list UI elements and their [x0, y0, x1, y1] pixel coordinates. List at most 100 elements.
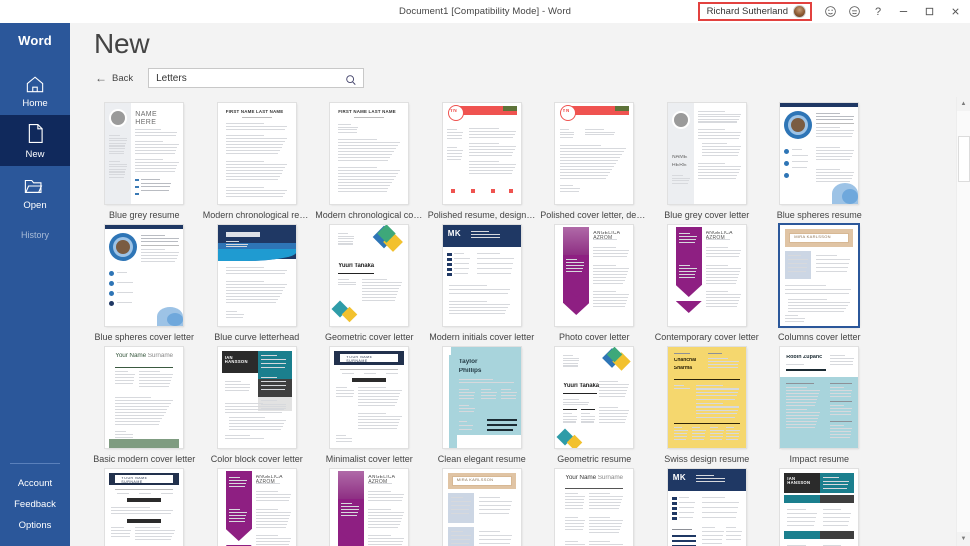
template-card[interactable]: ANGELICA AZROM — [313, 469, 426, 546]
template-card[interactable]: Your Name Surname — [538, 469, 651, 546]
template-thumbnail[interactable]: Yuuri Tanaka — [330, 225, 409, 326]
search-icon[interactable] — [345, 73, 357, 91]
scrollbar-track[interactable] — [956, 111, 970, 532]
template-card[interactable]: FIRST NAME LAST NAME Modern chronological… — [313, 103, 426, 220]
template-card[interactable]: Yuuri Tanaka Geometric cover letter — [313, 225, 426, 342]
template-thumbnail[interactable]: MIRA KARLSSON — [780, 225, 859, 326]
scroll-down-arrow[interactable]: ▼ — [957, 532, 970, 546]
template-name: Blue spheres resume — [776, 210, 862, 220]
gallery-scrollbar[interactable]: ▲ ▼ — [956, 97, 970, 546]
template-name: Impact resume — [789, 454, 850, 464]
template-card[interactable]: Your Name Surname Basic modern cover lett… — [88, 347, 201, 464]
template-card[interactable]: NAME HERE Blue grey cover letter — [651, 103, 764, 220]
scrollbar-thumb[interactable] — [957, 136, 970, 183]
template-thumbnail[interactable]: ANGELICA AZROM — [667, 225, 746, 326]
template-card[interactable]: MK — [651, 469, 764, 546]
template-card[interactable]: MIRA KARLSSON Columns cover letter — [763, 225, 876, 342]
sidebar-item-home[interactable]: Home — [0, 64, 70, 115]
search-input[interactable] — [149, 69, 364, 87]
template-card[interactable]: Chanchal Sharma Swiss design resume — [651, 347, 764, 464]
template-gallery: NAME HERE Blue grey resume FIRST NAME LAST … — [70, 97, 956, 546]
template-card[interactable]: YN Polished resume, designed... — [426, 103, 539, 220]
template-thumbnail[interactable]: NAME HERE — [667, 103, 746, 204]
template-grid: NAME HERE Blue grey resume FIRST NAME LAST … — [70, 103, 956, 546]
template-thumbnail[interactable] — [105, 225, 184, 326]
new-document-icon — [27, 122, 44, 144]
template-card[interactable]: YN Polished cover letter, desig... — [538, 103, 651, 220]
sidebar-bottom-links: Account Feedback Options — [0, 463, 70, 546]
template-card[interactable]: Robin Zupanc Impact resume — [763, 347, 876, 464]
sidebar-item-open[interactable]: Open — [0, 166, 70, 217]
sidebar-item-feedback[interactable]: Feedback — [0, 494, 70, 515]
template-thumbnail[interactable]: ANGELICA AZROM — [217, 469, 296, 546]
template-thumbnail[interactable]: Taylor Phillips — [442, 347, 521, 448]
template-name: Geometric cover letter — [324, 332, 414, 342]
template-name: Modern chronological resu... — [202, 210, 311, 220]
template-card[interactable]: NAME HERE Blue grey resume — [88, 103, 201, 220]
template-name: Blue grey cover letter — [664, 210, 750, 220]
back-button[interactable]: ← Back — [92, 70, 136, 86]
search-row: ← Back — [70, 66, 970, 97]
template-card[interactable]: ANGELICA AZROM — [201, 469, 314, 546]
search-box[interactable] — [148, 68, 365, 91]
template-thumbnail[interactable]: FIRST NAME LAST NAME — [330, 103, 409, 204]
template-name: Blue grey resume — [108, 210, 180, 220]
template-card[interactable]: Blue spheres cover letter — [88, 225, 201, 342]
template-thumbnail[interactable] — [780, 103, 859, 204]
template-thumbnail[interactable]: Robin Zupanc — [780, 347, 859, 448]
template-thumbnail[interactable]: YN — [555, 103, 634, 204]
template-thumbnail[interactable]: MK — [667, 469, 746, 546]
template-thumbnail[interactable]: Chanchal Sharma — [667, 347, 746, 448]
template-card[interactable]: ANGELICA AZROM Photo cover letter — [538, 225, 651, 342]
template-thumbnail[interactable]: MIRA KARLSSON — [442, 469, 521, 546]
template-thumbnail[interactable]: YOUR NAME SURNAME — [105, 469, 184, 546]
template-card[interactable]: MK Modern initials cover letter — [426, 225, 539, 342]
template-card[interactable]: YOUR NAME SURNAME — [88, 469, 201, 546]
template-card[interactable]: ANGELICA AZROM Contemporary cover letter — [651, 225, 764, 342]
page-title: New — [70, 23, 970, 66]
backstage-body: Word Home New Open History Account Feedb… — [0, 23, 970, 546]
template-card[interactable]: IAN HANSSON Color block cover letter — [201, 347, 314, 464]
template-name: Polished resume, designed... — [427, 210, 536, 220]
template-name: Clean elegant resume — [437, 454, 526, 464]
template-card[interactable]: Blue curve letterhead — [201, 225, 314, 342]
template-card[interactable]: Taylor Phillips Clean elegant resume — [426, 347, 539, 464]
template-thumbnail[interactable]: YN — [442, 103, 521, 204]
template-thumbnail[interactable]: Your Name Surname — [555, 469, 634, 546]
scroll-up-arrow[interactable]: ▲ — [957, 97, 970, 111]
template-card[interactable]: YOUR NAME SURNAME Minimalist cover letter — [313, 347, 426, 464]
template-thumbnail[interactable]: IAN HANSSON — [217, 347, 296, 448]
template-card[interactable]: Blue spheres resume — [763, 103, 876, 220]
title-bar: Document1 [Compatibility Mode] - Word Ri… — [0, 0, 970, 23]
template-thumbnail[interactable]: NAME HERE — [105, 103, 184, 204]
template-thumbnail[interactable]: IAN HANSSON — [780, 469, 859, 546]
template-thumbnail[interactable]: ANGELICA AZROM — [330, 469, 409, 546]
template-thumbnail[interactable]: YOUR NAME SURNAME — [330, 347, 409, 448]
template-card[interactable]: Yuuri Tanaka Geometric resume — [538, 347, 651, 464]
template-gallery-wrap: NAME HERE Blue grey resume FIRST NAME LAST … — [70, 97, 970, 546]
sidebar-item-open-label: Open — [23, 200, 47, 211]
template-thumbnail[interactable]: Yuuri Tanaka — [555, 347, 634, 448]
template-thumbnail[interactable]: MK — [442, 225, 521, 326]
template-name: Modern initials cover letter — [429, 332, 535, 342]
home-icon — [25, 71, 45, 93]
template-thumbnail[interactable]: ANGELICA AZROM — [555, 225, 634, 326]
template-name: Contemporary cover letter — [654, 332, 759, 342]
new-template-pane: New ← Back NAMEHERE Blue grey resume FIRST… — [70, 23, 970, 546]
template-card[interactable]: FIRST NAME LAST NAME Modern chronological… — [201, 103, 314, 220]
sidebar-item-new[interactable]: New — [0, 115, 70, 166]
sidebar-item-home-label: Home — [22, 98, 48, 109]
sidebar-item-history[interactable]: History — [21, 230, 49, 240]
template-card[interactable]: MIRA KARLSSON — [426, 469, 539, 546]
template-name: Columns cover letter — [777, 332, 861, 342]
template-thumbnail[interactable] — [217, 225, 296, 326]
sidebar-item-options[interactable]: Options — [0, 515, 70, 536]
template-name: Blue curve letterhead — [214, 332, 300, 342]
template-thumbnail[interactable]: FIRST NAME LAST NAME — [217, 103, 296, 204]
template-card[interactable]: IAN HANSSON — [763, 469, 876, 546]
template-name: Polished cover letter, desig... — [540, 210, 649, 220]
sidebar-item-new-label: New — [25, 149, 45, 160]
template-thumbnail[interactable]: Your Name Surname — [105, 347, 184, 448]
sidebar-item-account[interactable]: Account — [0, 473, 70, 494]
template-name: Basic modern cover letter — [93, 454, 196, 464]
